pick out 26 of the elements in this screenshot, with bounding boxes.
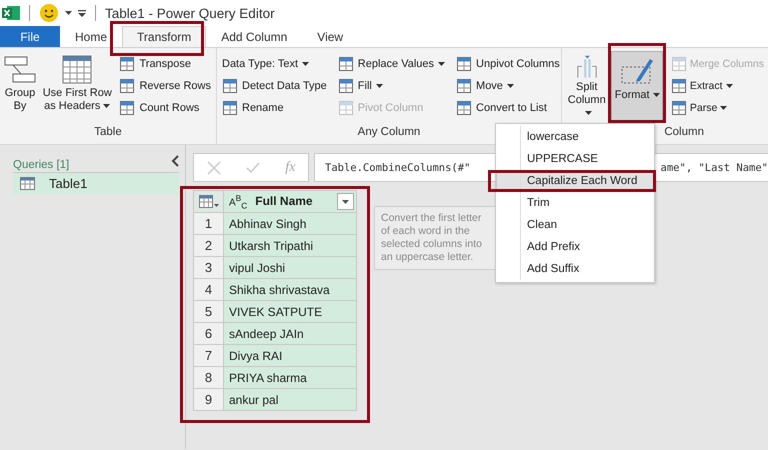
- group-label: Any Column: [358, 126, 420, 138]
- queries-heading: Queries [1]: [13, 159, 70, 171]
- tooltip: Convert the first letter of each word in the selected columns into an uppercase letter.: [374, 206, 498, 270]
- table-cell: Divya RAI: [224, 344, 356, 366]
- window-title: Table1 - Power Query Editor: [105, 6, 275, 20]
- table-cell: Abhinav Singh: [224, 212, 356, 234]
- formula-text: ame", "Last Name": [660, 162, 768, 174]
- table-cell: Shikha shrivastava: [224, 278, 356, 300]
- table-cell: sAndeep JAIn: [224, 322, 356, 344]
- row-number: 1: [194, 212, 224, 234]
- row-number: 2: [194, 234, 224, 256]
- table-cell: VIVEK SATPUTE: [224, 300, 356, 322]
- row-number: 7: [194, 344, 224, 366]
- formula-text: Table.CombineColumns(#": [325, 162, 470, 174]
- table-cell: ankur pal: [224, 388, 356, 410]
- row-number: 9: [194, 388, 224, 410]
- table-cell: Utkarsh Tripathi: [224, 234, 356, 256]
- row-number: 4: [194, 278, 224, 300]
- group-label: Column: [664, 126, 704, 138]
- row-number: 6: [194, 322, 224, 344]
- row-number: 8: [194, 366, 224, 388]
- table-cell: PRIYA sharma: [224, 366, 356, 388]
- row-number: 3: [194, 256, 224, 278]
- group-label: Table: [94, 126, 122, 138]
- table-cell: vipul Joshi: [224, 256, 356, 278]
- row-number: 5: [194, 300, 224, 322]
